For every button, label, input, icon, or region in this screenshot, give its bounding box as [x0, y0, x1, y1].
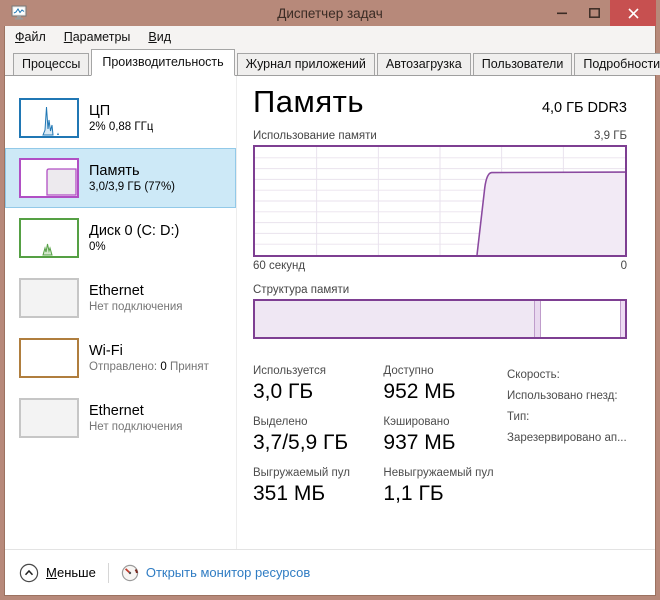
detail-hw-reserved-label: Зарезервировано ап...	[507, 428, 627, 449]
tab-details[interactable]: Подробности	[574, 53, 660, 75]
performance-sidebar: ЦП 2% 0,88 ГГц Память 3,0/3,9 ГБ (77%)	[5, 76, 237, 549]
memory-panel: Память 4,0 ГБ DDR3 Использование памяти …	[237, 76, 655, 549]
memory-hardware-details: Скорость: Использовано гнезд: Тип: Зарез…	[507, 365, 627, 506]
detail-form-factor-label: Тип:	[507, 407, 627, 428]
memory-capacity: 4,0 ГБ DDR3	[542, 100, 627, 120]
disk-mini-graph-icon	[19, 218, 79, 258]
usage-chart-max: 3,9 ГБ	[594, 130, 627, 142]
wifi-title: Wi-Fi	[89, 343, 209, 359]
tabstrip: Процессы Производительность Журнал прило…	[5, 47, 655, 76]
sidebar-item-text: Ethernet Нет подключения	[89, 403, 183, 433]
usage-chart-title: Использование памяти	[253, 130, 377, 142]
axis-left-label: 60 секунд	[253, 260, 305, 272]
tab-processes[interactable]: Процессы	[13, 53, 89, 75]
tab-users[interactable]: Пользователи	[473, 53, 573, 75]
sidebar-item-cpu[interactable]: ЦП 2% 0,88 ГГц	[5, 88, 236, 148]
titlebar: Диспетчер задач	[4, 0, 656, 26]
sidebar-item-text: Память 3,0/3,9 ГБ (77%)	[89, 163, 175, 193]
detail-speed-label: Скорость:	[507, 365, 627, 386]
memory-header: Память 4,0 ГБ DDR3	[253, 84, 627, 120]
memory-stats-grid: Используется 3,0 ГБ Доступно 952 МБ Выде…	[253, 365, 501, 506]
sidebar-item-text: Диск 0 (C: D:) 0%	[89, 223, 179, 253]
stat-nonpaged-pool: Невыгружаемый пул 1,1 ГБ	[383, 467, 501, 506]
cpu-title: ЦП	[89, 103, 153, 119]
usage-chart-labels: Использование памяти 3,9 ГБ	[253, 130, 627, 142]
tab-app-history[interactable]: Журнал приложений	[237, 53, 375, 75]
cpu-subtitle: 2% 0,88 ГГц	[89, 121, 153, 133]
ethernet-subtitle: Нет подключения	[89, 301, 183, 313]
composition-title: Структура памяти	[253, 284, 627, 296]
composition-in-use-segment	[255, 301, 534, 337]
sidebar-item-disk0[interactable]: Диск 0 (C: D:) 0%	[5, 208, 236, 268]
task-manager-window: Диспетчер задач Файл Параметры Вид	[0, 0, 660, 600]
menu-view[interactable]: Вид	[148, 30, 171, 44]
fewer-details-button[interactable]: Меньше	[19, 563, 96, 583]
open-resource-monitor-link[interactable]: Открыть монитор ресурсов	[121, 564, 310, 582]
memory-subtitle: 3,0/3,9 ГБ (77%)	[89, 181, 175, 193]
footer-separator	[108, 563, 109, 583]
sidebar-item-ethernet-1[interactable]: Ethernet Нет подключения	[5, 268, 236, 328]
stat-cached: Кэшировано 937 МБ	[383, 416, 501, 455]
memory-stats: Используется 3,0 ГБ Доступно 952 МБ Выде…	[253, 365, 627, 506]
page-title: Память	[253, 84, 364, 120]
sidebar-item-text: ЦП 2% 0,88 ГГц	[89, 103, 153, 133]
chevron-up-circle-icon	[19, 563, 39, 583]
ethernet-title: Ethernet	[89, 403, 183, 419]
resource-monitor-label: Открыть монитор ресурсов	[146, 565, 310, 580]
wifi-sent-label: Отправлено:	[89, 361, 157, 373]
composition-free-segment	[541, 301, 620, 337]
cpu-mini-graph-icon	[19, 98, 79, 138]
memory-mini-graph-icon	[19, 158, 79, 198]
wifi-subtitle: Отправлено: 0 Принят	[89, 361, 209, 373]
ethernet-mini-graph-icon	[19, 278, 79, 318]
stat-in-use: Используется 3,0 ГБ	[253, 365, 357, 404]
usage-chart-axis: 60 секунд 0	[253, 260, 627, 272]
sidebar-item-text: Wi-Fi Отправлено: 0 Принят	[89, 343, 209, 373]
ethernet-title: Ethernet	[89, 283, 183, 299]
menu-file[interactable]: Файл	[15, 30, 46, 44]
sidebar-item-ethernet-2[interactable]: Ethernet Нет подключения	[5, 388, 236, 448]
performance-content: ЦП 2% 0,88 ГГц Память 3,0/3,9 ГБ (77%)	[5, 76, 655, 549]
disk-title: Диск 0 (C: D:)	[89, 223, 179, 239]
wifi-received-label: Принят	[170, 361, 209, 373]
app-body: Файл Параметры Вид Процессы Производител…	[4, 26, 656, 596]
stat-available: Доступно 952 МБ	[383, 365, 501, 404]
menubar: Файл Параметры Вид	[5, 26, 655, 47]
sidebar-item-text: Ethernet Нет подключения	[89, 283, 183, 313]
stat-committed: Выделено 3,7/5,9 ГБ	[253, 416, 357, 455]
ethernet-mini-graph-icon	[19, 398, 79, 438]
disk-subtitle: 0%	[89, 241, 179, 253]
detail-slots-label: Использовано гнезд:	[507, 386, 627, 407]
wifi-mini-graph-icon	[19, 338, 79, 378]
tab-performance[interactable]: Производительность	[91, 49, 234, 76]
wifi-sent-value: 0	[160, 361, 166, 373]
axis-right-label: 0	[621, 260, 627, 272]
menu-options[interactable]: Параметры	[64, 30, 131, 44]
memory-usage-chart-svg	[255, 147, 625, 255]
sidebar-item-memory[interactable]: Память 3,0/3,9 ГБ (77%)	[5, 148, 236, 208]
tab-startup[interactable]: Автозагрузка	[377, 53, 471, 75]
stat-paged-pool: Выгружаемый пул 351 МБ	[253, 467, 357, 506]
memory-composition-bar	[253, 299, 627, 339]
sidebar-item-wifi[interactable]: Wi-Fi Отправлено: 0 Принят	[5, 328, 236, 388]
fewer-details-label: Меньше	[46, 565, 96, 580]
footer-bar: Меньше Открыть монитор ресурсов	[5, 549, 655, 595]
window-title: Диспетчер задач	[4, 6, 656, 21]
memory-usage-chart	[253, 145, 627, 257]
resource-monitor-icon	[121, 564, 139, 582]
ethernet-subtitle: Нет подключения	[89, 421, 183, 433]
memory-title: Память	[89, 163, 175, 179]
composition-standby-segment	[621, 301, 625, 337]
